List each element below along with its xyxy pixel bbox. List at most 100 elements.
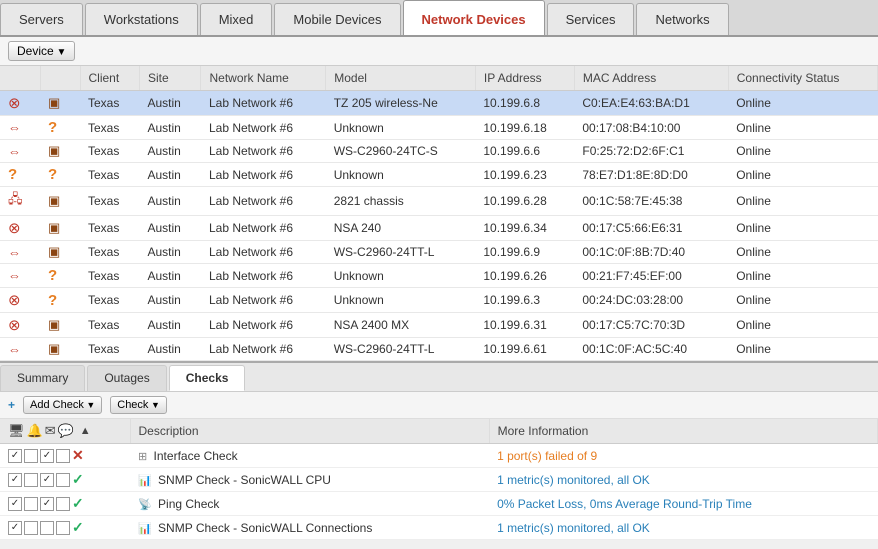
checks-cb-cell: ✓ xyxy=(0,492,130,516)
row-status: Online xyxy=(728,187,877,216)
tab-mobile[interactable]: Mobile Devices xyxy=(274,3,400,35)
tab-network-devices[interactable]: Network Devices xyxy=(403,0,545,35)
tab-checks[interactable]: Checks xyxy=(169,365,246,391)
table-row[interactable]: ⇔ ▣ Texas Austin Lab Network #6 WS-C2960… xyxy=(0,241,878,264)
row-model: Unknown xyxy=(326,163,476,187)
row-mac: 00:1C:0F:AC:5C:40 xyxy=(574,338,728,361)
row-client: Texas xyxy=(80,216,139,241)
row-icon1: ⊗ xyxy=(0,216,40,241)
checkbox-1[interactable] xyxy=(8,497,22,511)
check-info-link[interactable]: 1 port(s) failed of 9 xyxy=(497,449,597,463)
table-row[interactable]: ⊗ ▣ Texas Austin Lab Network #6 TZ 205 w… xyxy=(0,91,878,116)
checkbox-3[interactable] xyxy=(40,497,54,511)
table-row[interactable]: ⊗ ▣ Texas Austin Lab Network #6 NSA 2400… xyxy=(0,313,878,338)
checks-table-row[interactable]: ✓ 📊 SNMP Check - SonicWALL Connections 1… xyxy=(0,516,878,540)
check-info[interactable]: 1 metric(s) monitored, all OK xyxy=(489,468,877,492)
tab-services[interactable]: Services xyxy=(547,3,635,35)
checkbox-3[interactable] xyxy=(40,473,54,487)
device-button[interactable]: Device xyxy=(8,41,75,61)
checkbox-4[interactable] xyxy=(56,473,70,487)
row-network: Lab Network #6 xyxy=(201,163,326,187)
check-info-link[interactable]: 1 metric(s) monitored, all OK xyxy=(497,521,650,535)
table-row[interactable]: ⇔ ? Texas Austin Lab Network #6 Unknown … xyxy=(0,116,878,140)
col-network[interactable]: Network Name xyxy=(201,66,326,91)
col-icon2 xyxy=(40,66,80,91)
tab-summary[interactable]: Summary xyxy=(0,365,85,391)
checkbox-2[interactable] xyxy=(24,473,38,487)
checkbox-3[interactable] xyxy=(40,521,54,535)
row-site: Austin xyxy=(139,216,201,241)
col-model[interactable]: Model xyxy=(326,66,476,91)
bottom-tabs: Summary Outages Checks xyxy=(0,363,878,392)
checks-col-info[interactable]: More Information xyxy=(489,419,877,444)
row-network: Lab Network #6 xyxy=(201,338,326,361)
checks-table-row[interactable]: ✓ 📡 Ping Check 0% Packet Loss, 0ms Avera… xyxy=(0,492,878,516)
row-status: Online xyxy=(728,338,877,361)
row-mac: 00:1C:58:7E:45:38 xyxy=(574,187,728,216)
table-row[interactable]: ⇔ ? Texas Austin Lab Network #6 Unknown … xyxy=(0,264,878,288)
row-site: Austin xyxy=(139,288,201,313)
check-button[interactable]: Check xyxy=(110,396,167,414)
table-row[interactable]: ⇔ ▣ Texas Austin Lab Network #6 WS-C2960… xyxy=(0,140,878,163)
plus-icon: + xyxy=(8,398,15,412)
check-description: ⊞ Interface Check xyxy=(130,444,489,468)
tab-mixed[interactable]: Mixed xyxy=(200,3,273,35)
row-mac: 00:17:C5:7C:70:3D xyxy=(574,313,728,338)
check-status-ok-icon: ✓ xyxy=(72,495,84,512)
checks-cb-cell: ✓ xyxy=(0,468,130,492)
table-row[interactable]: 🖧 ▣ Texas Austin Lab Network #6 2821 cha… xyxy=(0,187,878,216)
row-mac: 00:17:08:B4:10:00 xyxy=(574,116,728,140)
col-mac[interactable]: MAC Address xyxy=(574,66,728,91)
row-mac: 00:21:F7:45:EF:00 xyxy=(574,264,728,288)
row-model: NSA 240 xyxy=(326,216,476,241)
add-check-button[interactable]: Add Check xyxy=(23,396,102,414)
row-site: Austin xyxy=(139,187,201,216)
check-info[interactable]: 1 metric(s) monitored, all OK xyxy=(489,516,877,540)
check-desc-icon: 📡 xyxy=(138,499,152,511)
checkbox-2[interactable] xyxy=(24,449,38,463)
check-desc-icon: 📊 xyxy=(138,523,152,535)
check-info-link[interactable]: 1 metric(s) monitored, all OK xyxy=(497,473,650,487)
tab-workstations[interactable]: Workstations xyxy=(85,3,198,35)
checkbox-3[interactable] xyxy=(40,449,54,463)
tab-servers[interactable]: Servers xyxy=(0,3,83,35)
col-site[interactable]: Site xyxy=(139,66,201,91)
check-info[interactable]: 1 port(s) failed of 9 xyxy=(489,444,877,468)
row-icon2: ? xyxy=(40,264,80,288)
row-icon2: ▣ xyxy=(40,313,80,338)
row-site: Austin xyxy=(139,140,201,163)
row-model: Unknown xyxy=(326,288,476,313)
table-row[interactable]: ⇔ ▣ Texas Austin Lab Network #6 WS-C2960… xyxy=(0,338,878,361)
checkbox-2[interactable] xyxy=(24,521,38,535)
col-ip[interactable]: IP Address xyxy=(475,66,574,91)
checkbox-4[interactable] xyxy=(56,449,70,463)
checkbox-4[interactable] xyxy=(56,521,70,535)
row-site: Austin xyxy=(139,163,201,187)
checks-table-row[interactable]: ✓ 📊 SNMP Check - SonicWALL CPU 1 metric(… xyxy=(0,468,878,492)
check-info[interactable]: 0% Packet Loss, 0ms Average Round-Trip T… xyxy=(489,492,877,516)
row-model: NSA 2400 MX xyxy=(326,313,476,338)
tab-outages[interactable]: Outages xyxy=(87,365,166,391)
row-ip: 10.199.6.31 xyxy=(475,313,574,338)
checks-cb-cell: ✓ xyxy=(0,516,130,540)
tab-networks[interactable]: Networks xyxy=(636,3,728,35)
table-row[interactable]: ⊗ ▣ Texas Austin Lab Network #6 NSA 240 … xyxy=(0,216,878,241)
row-mac: 00:17:C5:66:E6:31 xyxy=(574,216,728,241)
row-icon1: ⊗ xyxy=(0,313,40,338)
checkbox-1[interactable] xyxy=(8,449,22,463)
checkbox-4[interactable] xyxy=(56,497,70,511)
checks-table-row[interactable]: ✕ ⊞ Interface Check 1 port(s) failed of … xyxy=(0,444,878,468)
row-network: Lab Network #6 xyxy=(201,140,326,163)
checkbox-1[interactable] xyxy=(8,521,22,535)
checks-col-cbs: 🖥 🔔 ✉ 💬 ▲ xyxy=(0,419,130,444)
checkbox-1[interactable] xyxy=(8,473,22,487)
col-status[interactable]: Connectivity Status xyxy=(728,66,877,91)
row-ip: 10.199.6.3 xyxy=(475,288,574,313)
check-info-link[interactable]: 0% Packet Loss, 0ms Average Round-Trip T… xyxy=(497,497,752,511)
table-row[interactable]: ⊗ ? Texas Austin Lab Network #6 Unknown … xyxy=(0,288,878,313)
row-ip: 10.199.6.18 xyxy=(475,116,574,140)
checkbox-2[interactable] xyxy=(24,497,38,511)
table-row[interactable]: ? ? Texas Austin Lab Network #6 Unknown … xyxy=(0,163,878,187)
checks-col-desc[interactable]: Description xyxy=(130,419,489,444)
col-client[interactable]: Client xyxy=(80,66,139,91)
